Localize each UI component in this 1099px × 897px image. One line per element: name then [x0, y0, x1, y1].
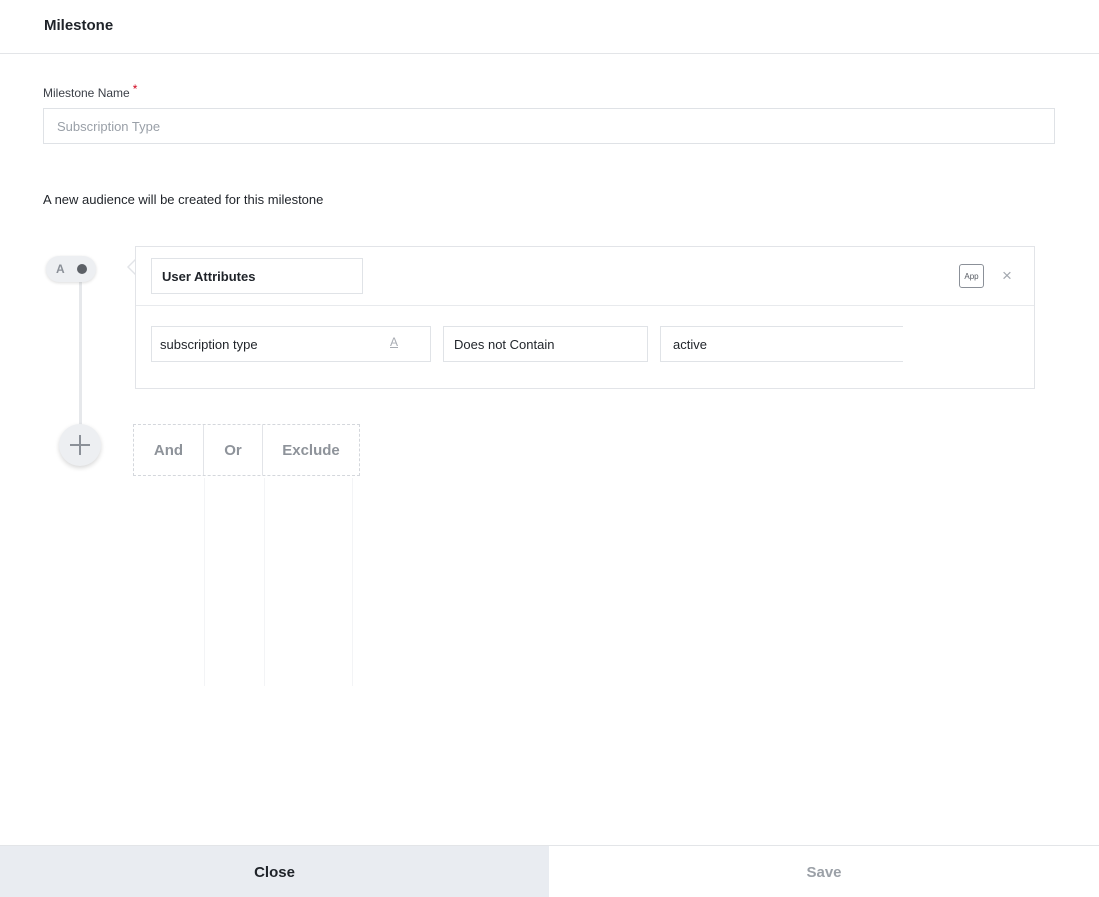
app-badge-icon[interactable]: App: [959, 264, 984, 288]
attribute-select[interactable]: subscription type A: [151, 326, 431, 362]
operator-label: Does not Contain: [454, 336, 555, 352]
condition-card: User Attributes App × subscription type …: [135, 246, 1035, 389]
modal-footer: Close Save: [0, 845, 1099, 897]
add-condition-button[interactable]: [59, 424, 101, 466]
milestone-name-label-text: Milestone Name: [43, 86, 130, 100]
ghost-guide: [204, 478, 205, 686]
audience-node-a: A: [46, 256, 96, 282]
or-button[interactable]: Or: [204, 425, 263, 475]
save-button[interactable]: Save: [549, 846, 1099, 897]
ghost-guide: [352, 478, 353, 686]
ghost-guide: [264, 478, 265, 686]
modal-title: Milestone: [44, 17, 114, 34]
node-letter: A: [56, 262, 65, 276]
card-divider: [136, 305, 1034, 306]
combinator-group: And Or Exclude: [133, 424, 360, 476]
value-input[interactable]: [660, 326, 903, 362]
timeline-connector: [79, 272, 82, 432]
node-dot-icon: [77, 264, 87, 274]
modal-header: Milestone: [0, 0, 1099, 54]
attribute-label: subscription type: [160, 336, 258, 352]
plus-icon-vertical: [79, 435, 81, 455]
app-badge-text: App: [964, 271, 979, 281]
audience-note: A new audience will be created for this …: [43, 192, 324, 207]
required-mark: *: [132, 82, 138, 96]
milestone-name-label: Milestone Name *: [43, 82, 137, 100]
operator-select[interactable]: Does not Contain: [443, 326, 648, 362]
close-button[interactable]: Close: [0, 846, 549, 897]
and-button[interactable]: And: [134, 425, 204, 475]
string-type-icon: A: [390, 335, 399, 349]
remove-condition-icon[interactable]: ×: [1000, 266, 1014, 286]
milestone-name-input[interactable]: [43, 108, 1055, 144]
condition-type-select[interactable]: User Attributes: [151, 258, 363, 294]
condition-type-label: User Attributes: [162, 268, 256, 284]
exclude-button[interactable]: Exclude: [263, 425, 359, 475]
